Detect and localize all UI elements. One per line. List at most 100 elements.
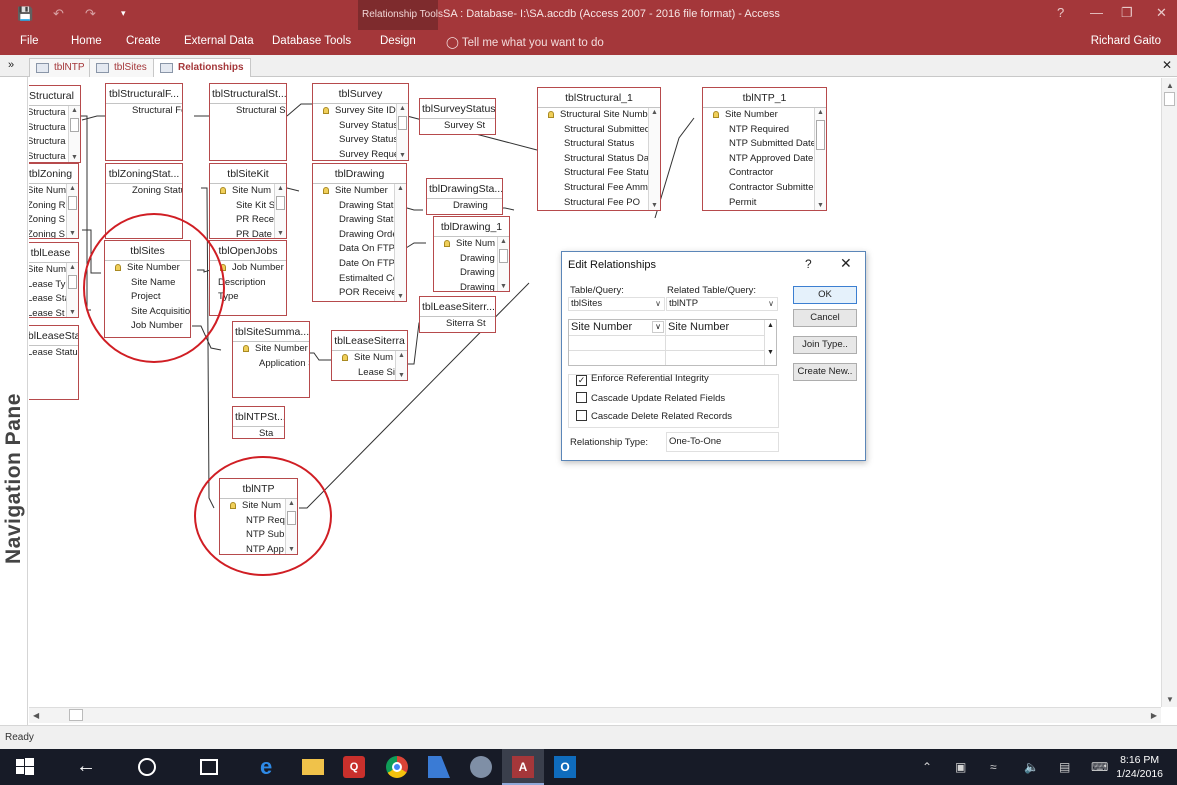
scroll-up-icon[interactable]: ▲ — [765, 322, 776, 329]
undo-icon[interactable]: ↶ — [53, 6, 64, 22]
create-new-button[interactable]: Create New.. — [793, 363, 857, 381]
quicken-icon[interactable]: Q — [343, 756, 365, 778]
show-hidden-icons[interactable]: ⌃ — [922, 760, 932, 774]
customize-qat-icon[interactable]: ▾ — [121, 8, 126, 19]
table-tblleasesiterra[interactable]: tblLeaseSiterra Site Num Lease Sit ▲ ▼ — [331, 330, 408, 381]
field[interactable]: Structural St — [210, 104, 286, 119]
table-tblsurveystatus[interactable]: tblSurveyStatus Survey St — [419, 98, 496, 135]
table-scrollbar[interactable]: ▲ ▼ — [395, 351, 407, 380]
empty-field-cell[interactable] — [569, 351, 666, 365]
table-tblsurvey[interactable]: tblSurvey Survey Site ID Survey Status S… — [312, 83, 409, 161]
left-field-cell[interactable]: Site Number ∨ — [569, 320, 666, 336]
table-tblntp-1[interactable]: tblNTP_1 Site Number NTP Required NTP Su… — [702, 87, 827, 211]
navigation-pane[interactable]: Navigation Pane — [0, 77, 28, 725]
field[interactable]: Structural Fee Ammo — [538, 181, 660, 196]
edit-relationships-dialog[interactable]: Edit Relationships ? ✕ Table/Query: Rela… — [561, 251, 866, 461]
cortana-icon[interactable] — [138, 758, 156, 776]
empty-field-cell[interactable] — [666, 336, 764, 351]
table-query-select[interactable]: tblSites ∨ — [568, 297, 665, 311]
table-scrollbar[interactable]: ▲ ▼ — [66, 263, 78, 317]
ok-button[interactable]: OK — [793, 286, 857, 304]
field[interactable]: POR Receivec — [313, 286, 406, 301]
scroll-up-icon[interactable]: ▲ — [1166, 81, 1174, 90]
save-icon[interactable]: 💾 — [17, 6, 33, 22]
table-scrollbar[interactable]: ▲ ▼ — [648, 108, 660, 210]
restore-icon[interactable]: ❐ — [1121, 5, 1133, 21]
table-tbllease[interactable]: tblLease Site Num Lease Typ Lease Sta Le… — [29, 242, 79, 318]
doc-tab-tblntp[interactable]: tblNTP — [29, 58, 92, 77]
dialog-close-button[interactable]: ✕ — [840, 255, 852, 272]
scroll-thumb[interactable] — [69, 709, 83, 721]
system-clock[interactable]: 8:16 PM 1/24/2016 — [1116, 753, 1163, 781]
cancel-button[interactable]: Cancel — [793, 309, 857, 327]
field[interactable]: Date On FTP — [313, 257, 406, 272]
field[interactable]: Drawing Statu — [313, 199, 406, 214]
doc-tab-relationships[interactable]: Relationships — [153, 58, 251, 77]
table-structural[interactable]: Structural Structura Structura Structura… — [29, 85, 81, 163]
keyboard-icon[interactable]: ⌨ — [1091, 760, 1108, 774]
close-tab-icon[interactable]: ✕ — [1162, 58, 1172, 72]
scroll-left-icon[interactable]: ◀ — [33, 711, 39, 720]
field[interactable]: Structural Status Dat — [538, 152, 660, 167]
table-tblstructuralst[interactable]: tblStructuralSt... Structural St — [209, 83, 287, 161]
scroll-down-icon[interactable]: ▼ — [1166, 695, 1174, 704]
table-scrollbar[interactable]: ▲ ▼ — [68, 106, 80, 162]
table-tblsitekit[interactable]: tblSiteKit Site Num Site Kit S PR Recei … — [209, 163, 287, 239]
field[interactable]: Drawing — [427, 199, 502, 214]
field[interactable]: Data On FTP — [313, 242, 406, 257]
primary-key-field[interactable]: Site Number — [233, 342, 309, 357]
tab-database-tools[interactable]: Database Tools — [272, 35, 351, 47]
tab-design[interactable]: Design — [380, 35, 416, 47]
primary-key-field[interactable]: Survey Site ID — [313, 104, 408, 119]
table-tbldrawing-1[interactable]: tblDrawing_1 Site Num Drawing Drawing Dr… — [433, 216, 510, 292]
access-taskbar-active[interactable]: A — [502, 749, 544, 785]
table-tbldrawing[interactable]: tblDrawing Site Number Drawing Statu Dra… — [312, 163, 407, 302]
table-scrollbar[interactable]: ▲ ▼ — [814, 108, 826, 210]
tab-home[interactable]: Home — [71, 35, 102, 47]
field[interactable]: Structural Fe — [106, 104, 182, 119]
scroll-down-icon[interactable]: ▼ — [765, 349, 776, 356]
field[interactable]: Zoning Statu — [106, 184, 182, 199]
back-icon[interactable]: ← — [76, 756, 98, 778]
table-scrollbar[interactable]: ▲ ▼ — [396, 104, 408, 160]
volume-icon[interactable]: 🔈 — [1024, 760, 1039, 774]
table-scrollbar[interactable]: ▲ ▼ — [274, 184, 286, 238]
field[interactable]: Permit — [703, 196, 826, 210]
field[interactable]: Survey Status — [313, 119, 408, 134]
outlook-icon[interactable]: O — [554, 756, 576, 778]
table-tblstructuralf[interactable]: tblStructuralF... Structural Fe — [105, 83, 183, 161]
related-table-query-select[interactable]: tblNTP ∨ — [666, 297, 778, 311]
enforce-referential-integrity-checkbox[interactable]: ✓ Enforce Referential Integrity — [576, 373, 709, 386]
field[interactable]: Survey Reque — [313, 148, 408, 160]
join-type-button[interactable]: Join Type.. — [793, 336, 857, 354]
table-tblleasestatus[interactable]: tblLeaseStatus Lease Status — [29, 325, 79, 400]
help-icon[interactable]: ? — [1057, 5, 1064, 20]
field[interactable]: Drawing Statu — [313, 213, 406, 228]
file-explorer-icon[interactable] — [302, 759, 324, 775]
scroll-right-icon[interactable]: ▶ — [1151, 711, 1157, 720]
app-icon[interactable] — [428, 756, 450, 778]
redo-icon[interactable]: ↷ — [85, 6, 96, 22]
tab-external-data[interactable]: External Data — [184, 35, 254, 47]
field[interactable]: NTP Submitted Date — [703, 137, 826, 152]
primary-key-field[interactable]: Site Number — [703, 108, 826, 123]
task-view-icon[interactable] — [200, 759, 218, 775]
close-icon[interactable]: ✕ — [1156, 5, 1167, 21]
user-name[interactable]: Richard Gaito — [1091, 35, 1161, 47]
table-tbldrawingsta[interactable]: tblDrawingSta... Drawing — [426, 178, 503, 215]
canvas-vertical-scrollbar[interactable]: ▲ ▼ — [1161, 78, 1177, 707]
field[interactable]: Drawing Orde — [313, 228, 406, 243]
wifi-icon[interactable]: ≈ — [990, 760, 997, 774]
tell-me-search[interactable]: ◯ Tell me what you want to do — [446, 35, 604, 49]
table-scrollbar[interactable]: ▲ ▼ — [66, 184, 78, 238]
field[interactable]: Sta — [233, 427, 284, 438]
table-tblsitesumma[interactable]: tblSiteSumma... Site Number Application … — [232, 321, 310, 398]
field[interactable]: Structural Fee PO — [538, 196, 660, 210]
field[interactable]: NTP Approved Date — [703, 152, 826, 167]
windows-start-icon[interactable] — [14, 756, 36, 778]
field[interactable]: Structural Fee Status — [538, 166, 660, 181]
field[interactable]: Structural Status — [538, 137, 660, 152]
edge-icon[interactable]: e — [260, 756, 282, 778]
field[interactable]: Survey St — [420, 119, 495, 134]
field[interactable]: NTP Required — [703, 123, 826, 138]
